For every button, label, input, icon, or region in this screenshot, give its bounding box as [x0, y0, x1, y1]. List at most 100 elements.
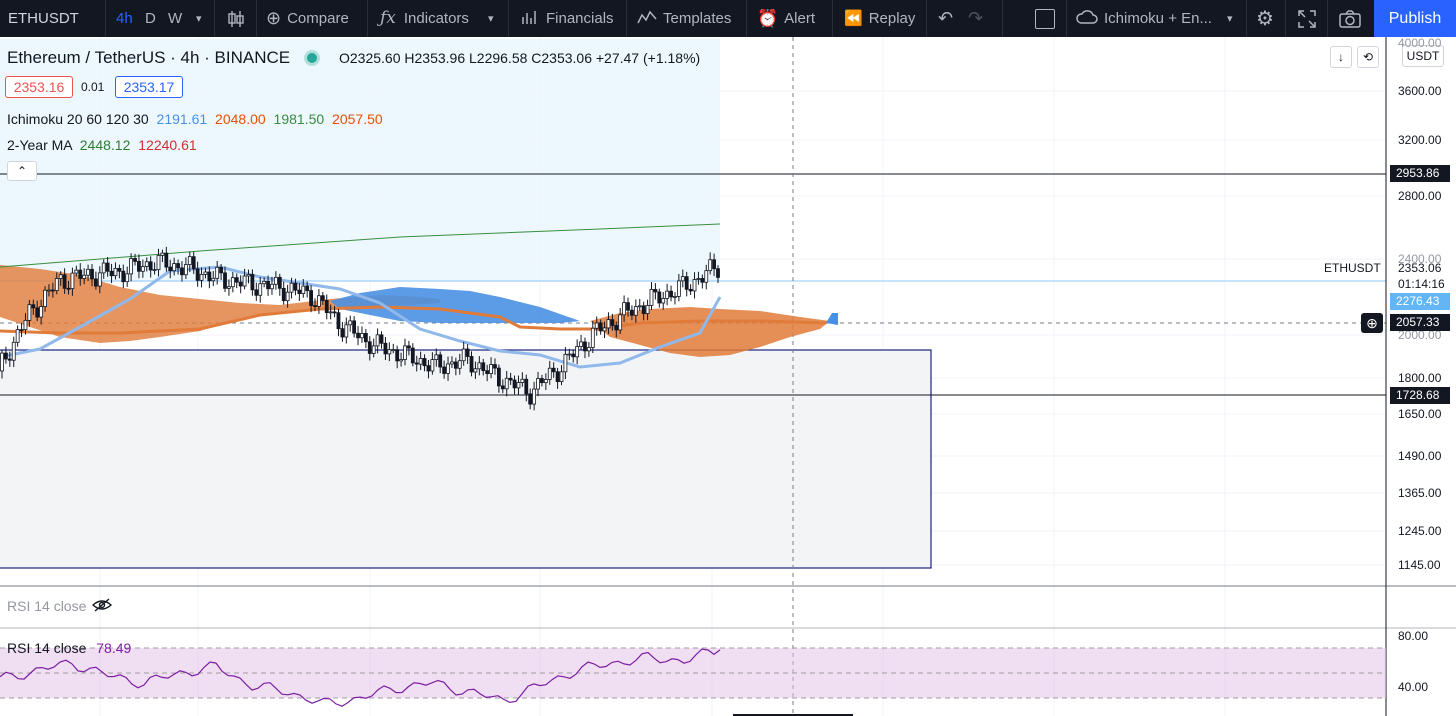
ichimoku-value: 2191.61 — [156, 111, 208, 127]
interval-d[interactable]: D — [145, 0, 156, 37]
divider — [256, 0, 257, 37]
candle-body — [434, 354, 439, 360]
price-tick: 1650.00 — [1398, 407, 1442, 421]
range-rectangle[interactable] — [0, 349, 932, 569]
candle-body — [645, 304, 650, 314]
eye-hidden-icon[interactable] — [91, 597, 113, 618]
candle-body — [47, 289, 51, 292]
candle-body — [700, 278, 705, 283]
chevron-down-icon[interactable]: ▾ — [488, 0, 494, 37]
market-status-dot[interactable] — [307, 53, 317, 63]
undo-icon[interactable]: ↶ — [938, 0, 953, 37]
candle-body — [594, 322, 599, 329]
expand-icon[interactable] — [1297, 0, 1317, 37]
fullscreen-layout-icon[interactable] — [1035, 0, 1055, 37]
symbol-tag: ETHUSDT — [1324, 261, 1381, 275]
candle-body — [313, 305, 317, 308]
candle-body — [113, 267, 118, 277]
candle-body — [422, 358, 427, 367]
replay-button[interactable]: ⏪ Replay — [844, 0, 915, 37]
candle-body — [414, 362, 419, 365]
chart-area[interactable]: Ethereum / TetherUS · 4h · BINANCE O2325… — [0, 36, 1456, 716]
indicators-button[interactable]: ƒx Indicators — [380, 0, 469, 37]
function-icon: ƒx — [380, 8, 396, 28]
candle-body — [172, 263, 177, 272]
layout-name: Ichimoku + En... — [1104, 10, 1212, 27]
compare-button[interactable]: ⊕ Compare — [266, 0, 349, 37]
candle-body — [317, 295, 321, 307]
candle-body — [469, 356, 474, 373]
collapse-legend-button[interactable]: ⌃ — [7, 161, 37, 181]
candle-body — [614, 325, 619, 331]
gear-icon[interactable]: ⚙ — [1256, 0, 1274, 37]
candle-body — [246, 274, 251, 277]
candle-body — [187, 256, 192, 265]
ma-legend[interactable]: 2-Year MA 2448.12 12240.61 — [7, 137, 197, 153]
candle-body — [367, 341, 372, 354]
camera-icon[interactable] — [1339, 0, 1361, 37]
divider — [626, 0, 627, 37]
candle-body — [665, 290, 670, 299]
interval-w[interactable]: W — [168, 0, 182, 37]
price-chart-canvas[interactable] — [0, 37, 1456, 716]
candle-body — [586, 347, 591, 352]
top-toolbar: ETHUSDT 4h D W ▾ ⊕ Compare ƒx Indicators… — [0, 0, 1456, 37]
candle-body — [180, 267, 184, 276]
candle-body — [230, 277, 235, 288]
candle-body — [43, 289, 47, 307]
candle-body — [657, 291, 662, 304]
candle-body — [105, 262, 110, 272]
candle-body — [27, 304, 32, 321]
candle-body — [500, 385, 505, 390]
candle-body — [223, 272, 227, 289]
buy-button[interactable]: 2353.17 — [115, 76, 183, 98]
candle-body — [395, 349, 400, 362]
divider — [1066, 0, 1067, 37]
candle-body — [4, 352, 8, 360]
candle-body — [121, 270, 126, 283]
candle-body — [234, 277, 239, 283]
divider — [105, 0, 106, 37]
chevron-down-icon[interactable]: ▾ — [196, 0, 202, 37]
candle-body — [340, 328, 345, 338]
chevron-down-icon[interactable]: ▾ — [1227, 0, 1233, 37]
divider — [926, 0, 927, 37]
candles-icon[interactable] — [226, 0, 246, 37]
candle-body — [583, 341, 587, 352]
candle-body — [11, 341, 16, 361]
templates-label: Templates — [663, 10, 732, 27]
interval-4h[interactable]: 4h — [116, 0, 133, 37]
publish-button[interactable]: Publish — [1374, 0, 1456, 37]
symbol-search[interactable]: ETHUSDT — [8, 0, 79, 37]
candle-body — [540, 378, 544, 384]
add-alert-icon[interactable]: ⊕ — [1361, 313, 1383, 333]
ichimoku-cloud-blue — [330, 287, 580, 323]
redo-icon[interactable]: ↷ — [968, 0, 983, 37]
financials-button[interactable]: Financials — [520, 0, 614, 37]
candle-body — [371, 345, 376, 354]
projection-zone — [0, 39, 720, 282]
rsi-collapsed-label[interactable]: RSI 14 close — [7, 598, 86, 614]
templates-button[interactable]: Templates — [637, 0, 731, 37]
candle-body — [191, 256, 196, 270]
candle-body — [407, 345, 411, 349]
alert-button[interactable]: ⏰ Alert — [757, 0, 815, 37]
candle-body — [195, 268, 200, 281]
candle-body — [520, 378, 525, 383]
chart-title[interactable]: Ethereum / TetherUS · 4h · BINANCE — [7, 48, 290, 68]
candle-body — [238, 281, 243, 287]
sell-button[interactable]: 2353.16 — [5, 76, 73, 98]
layout-selector[interactable]: Ichimoku + En... — [1076, 0, 1212, 37]
reset-scale-icon[interactable]: ⟲ — [1357, 46, 1379, 68]
ichimoku-value: 1981.50 — [273, 111, 325, 127]
resistance-tag: 2953.86 — [1390, 165, 1450, 182]
rsi-legend[interactable]: RSI 14 close 78.49 — [7, 640, 131, 656]
scroll-down-icon[interactable]: ↓ — [1330, 46, 1352, 68]
candle-body — [630, 309, 634, 316]
candle-body — [160, 252, 165, 256]
candle-body — [637, 305, 642, 308]
ichimoku-legend[interactable]: Ichimoku 20 60 120 30 2191.61 2048.00 19… — [7, 111, 383, 127]
candle-body — [481, 362, 486, 372]
candle-body — [199, 273, 204, 281]
price-tick: 2800.00 — [1398, 189, 1442, 203]
